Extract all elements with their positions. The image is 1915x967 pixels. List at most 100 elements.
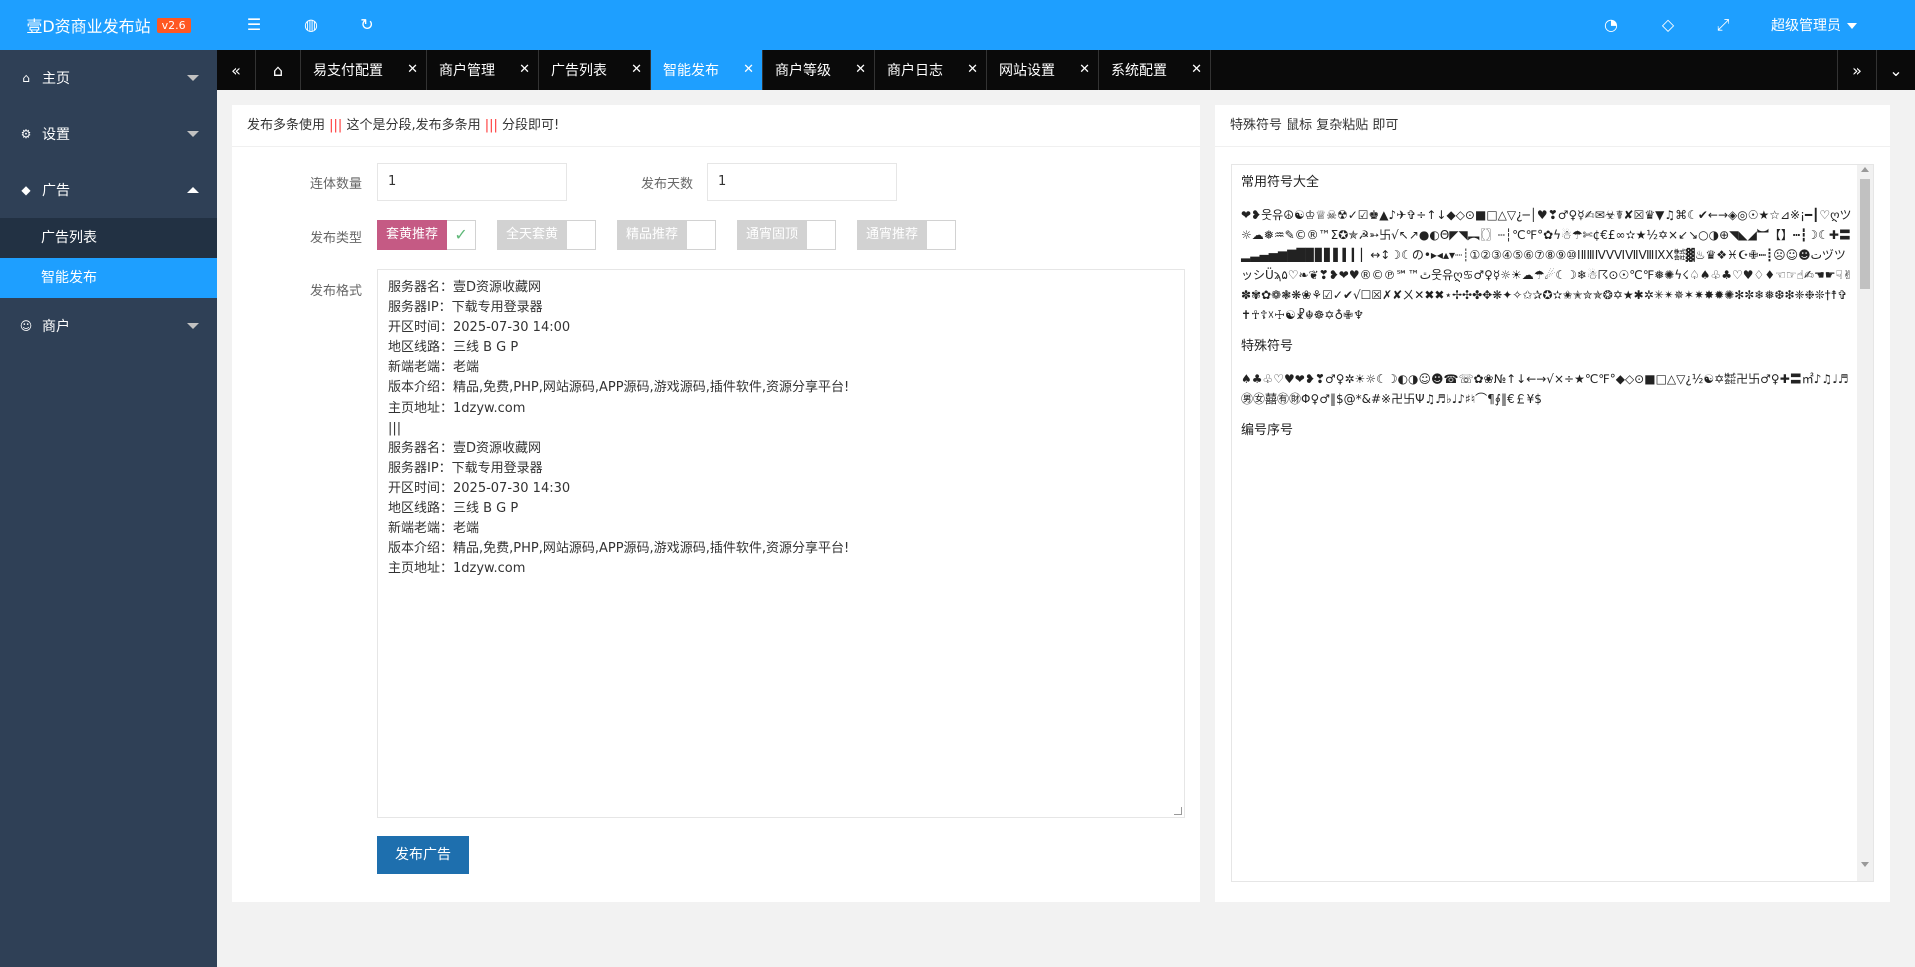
sidebar-item-label: 设置 — [42, 127, 70, 143]
checkbox-box — [927, 220, 957, 250]
count-input[interactable]: 1 — [377, 163, 567, 201]
diamond-icon: ◆ — [21, 183, 31, 197]
type-label: 发布类型 — [309, 231, 362, 246]
tab-merchant-log[interactable]: 商户日志 ✕ — [875, 50, 987, 90]
gear-icon: ⚙ — [20, 127, 32, 141]
symbols-section-text: ❤❥웃유☮☯♔♕☠☢✓☑♚▲♪✈✞÷↑↓◆◇⊙■□△▽¿─│♥❣♂♀☿✍✉☣☤✘… — [1241, 208, 1853, 322]
notice-separator: ||| — [329, 118, 343, 133]
sidebar-item-label: 商户 — [42, 319, 70, 335]
sidebar-item-settings[interactable]: ⚙ 设置 — [0, 106, 217, 162]
tabs-scroll-right-icon[interactable]: » — [1837, 50, 1876, 90]
symbols-content: 常用符号大全 ❤❥웃유☮☯♔♕☠☢✓☑♚▲♪✈✞÷↑↓◆◇⊙■□△▽¿─│♥❣♂… — [1241, 173, 1856, 453]
sidebar-item-ads[interactable]: ◆ 广告 — [0, 162, 217, 218]
tab-site-settings[interactable]: 网站设置 ✕ — [987, 50, 1099, 90]
tab-label: 网站设置 — [999, 63, 1055, 79]
type-option-label: 通宵推荐 — [857, 220, 928, 250]
refresh-icon[interactable]: ↻ — [357, 15, 377, 34]
sidebar-item-label: 主页 — [42, 71, 70, 87]
tab-ad-list[interactable]: 广告列表 ✕ — [539, 50, 651, 90]
publish-ad-button[interactable]: 发布广告 — [377, 836, 469, 874]
menu-fold-icon[interactable]: ☰ — [244, 15, 264, 34]
days-input[interactable]: 1 — [707, 163, 897, 201]
close-icon[interactable]: ✕ — [407, 62, 418, 77]
type-option-label: 通宵固顶 — [737, 220, 808, 250]
resize-handle-icon[interactable] — [1174, 807, 1182, 815]
symbols-textarea[interactable]: 常用符号大全 ❤❥웃유☮☯♔♕☠☢✓☑♚▲♪✈✞÷↑↓◆◇⊙■□△▽¿─│♥❣♂… — [1231, 164, 1874, 882]
sidebar-subitem-smart-publish[interactable]: 智能发布 — [0, 258, 217, 298]
type-checkbox-4[interactable]: 通宵推荐 — [857, 220, 957, 250]
tabs-menu-chevron-icon[interactable]: ⌄ — [1876, 50, 1915, 90]
type-checkbox-0[interactable]: 套黄推荐 ✓ — [377, 220, 477, 250]
version-badge: v2.6 — [156, 17, 191, 33]
tab-label: 商户日志 — [887, 63, 943, 79]
symbols-section-text: ♠♣♧♡♥❤❥❣♂♀✲☀☼☾☽◐◑☺☻☎☏✿❀№↑↓←→√×÷★℃℉°◆◇⊙■□… — [1241, 372, 1849, 406]
close-icon[interactable]: ✕ — [1191, 62, 1202, 77]
chevron-down-icon — [187, 323, 199, 329]
home-icon: ⌂ — [22, 71, 30, 85]
user-icon: ☺ — [19, 319, 33, 333]
count-label: 连体数量 — [309, 177, 362, 192]
palette-icon[interactable]: ◔ — [1601, 15, 1621, 34]
check-icon: ✓ — [447, 220, 477, 250]
sidebar-submenu-ads: 广告列表 智能发布 — [0, 218, 217, 298]
fullscreen-icon[interactable]: ⤢ — [1713, 15, 1733, 35]
sidebar-item-home[interactable]: ⌂ 主页 — [0, 50, 217, 106]
notice-text: 分段即可! — [502, 118, 560, 133]
chevron-down-icon — [187, 131, 199, 137]
format-textarea[interactable]: 服务器名：壹D资源收藏网 服务器IP：下载专用登录器 开区时间：2025-07-… — [377, 269, 1185, 818]
tab-payment-config[interactable]: 易支付配置 ✕ — [301, 50, 427, 90]
chevron-up-icon — [187, 187, 199, 193]
type-option-label: 全天套黄 — [497, 220, 568, 250]
close-icon[interactable]: ✕ — [1079, 62, 1090, 77]
close-icon[interactable]: ✕ — [519, 62, 530, 77]
form-notice: 发布多条使用 ||| 这个是分段,发布多条用 ||| 分段即可! — [232, 105, 1200, 147]
tab-system-config[interactable]: 系统配置 ✕ — [1099, 50, 1211, 90]
type-option-label: 精品推荐 — [617, 220, 688, 250]
tab-spacer — [1211, 50, 1837, 90]
close-icon[interactable]: ✕ — [967, 62, 978, 77]
tab-merchant-manage[interactable]: 商户管理 ✕ — [427, 50, 539, 90]
chevron-down-icon — [187, 75, 199, 81]
tab-bar: « ⌂ 易支付配置 ✕ 商户管理 ✕ 广告列表 ✕ 智能发布 ✕ 商户等级 ✕ 商户日志 ✕… — [217, 50, 1915, 90]
type-option-label: 套黄推荐 — [377, 220, 448, 250]
checkbox-box — [567, 220, 597, 250]
type-checkbox-2[interactable]: 精品推荐 — [617, 220, 717, 250]
scroll-thumb[interactable] — [1860, 179, 1870, 289]
symbols-scrollbar[interactable] — [1857, 165, 1873, 881]
username: 超级管理员 — [1771, 18, 1841, 34]
tab-label: 商户等级 — [775, 63, 831, 79]
user-menu[interactable]: 超级管理员 — [1771, 15, 1857, 35]
checkbox-box — [687, 220, 717, 250]
tab-label: 易支付配置 — [313, 63, 383, 79]
globe-icon[interactable]: ◍ — [301, 15, 321, 34]
close-icon[interactable]: ✕ — [855, 62, 866, 77]
tabs-scroll-left-icon[interactable]: « — [217, 50, 256, 90]
app-logo[interactable]: 壹D资商业发布站 v2.6 — [0, 0, 217, 50]
sidebar-item-merchant[interactable]: ☺ 商户 — [0, 298, 217, 354]
caret-down-icon — [1847, 23, 1857, 29]
format-label: 发布格式 — [309, 284, 362, 299]
sidebar-subitem-ad-list[interactable]: 广告列表 — [0, 218, 217, 258]
symbols-section-title: 编号序号 — [1241, 423, 1294, 438]
type-checkbox-3[interactable]: 通宵固顶 — [737, 220, 837, 250]
tag-icon[interactable]: ◇ — [1658, 15, 1678, 34]
top-header: ☰ ◍ ↻ ◔ ◇ ⤢ 超级管理员 — [217, 0, 1915, 50]
tab-label: 广告列表 — [551, 63, 607, 79]
app-title: 壹D资商业发布站 — [26, 17, 151, 36]
scroll-down-icon[interactable] — [1861, 862, 1869, 867]
tab-label: 商户管理 — [439, 63, 495, 79]
tab-label: 智能发布 — [663, 63, 719, 79]
close-icon[interactable]: ✕ — [631, 62, 642, 77]
tab-label: 系统配置 — [1111, 63, 1167, 79]
scroll-up-icon[interactable] — [1861, 167, 1869, 172]
close-icon[interactable]: ✕ — [743, 62, 754, 77]
notice-text: 这个是分段,发布多条用 — [346, 118, 481, 133]
notice-separator: ||| — [484, 118, 498, 133]
home-tab-icon[interactable]: ⌂ — [256, 50, 301, 90]
sidebar: 壹D资商业发布站 v2.6 ⌂ 主页 ⚙ 设置 ◆ 广告 广告列表 智能发布 ☺… — [0, 0, 217, 967]
checkbox-box — [807, 220, 837, 250]
tab-merchant-level[interactable]: 商户等级 ✕ — [763, 50, 875, 90]
type-checkbox-1[interactable]: 全天套黄 — [497, 220, 597, 250]
symbols-section-title: 常用符号大全 — [1241, 175, 1320, 190]
tab-smart-publish[interactable]: 智能发布 ✕ — [651, 50, 763, 90]
